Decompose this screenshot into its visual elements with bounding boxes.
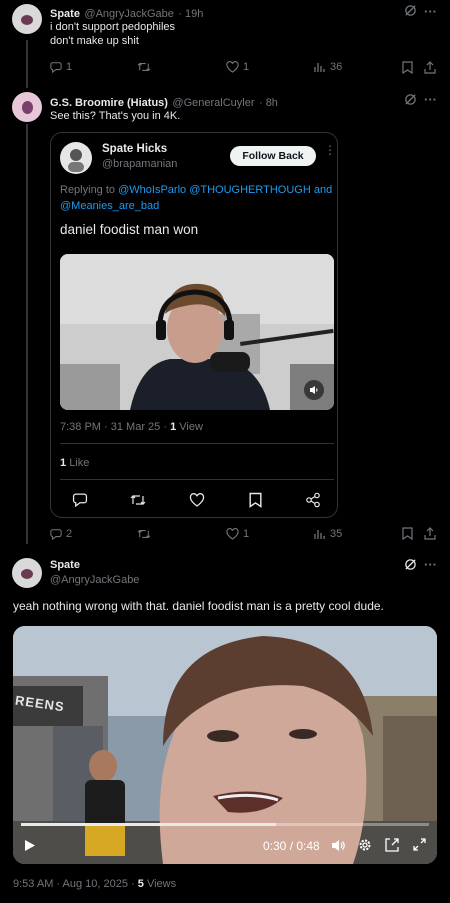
quote-views-count: 1 xyxy=(170,421,177,433)
reply-count: 1 xyxy=(66,61,73,73)
volume-icon[interactable] xyxy=(331,839,345,852)
main-views-label: Views xyxy=(146,878,177,890)
like-count: 1 xyxy=(243,61,250,73)
fullscreen-icon[interactable] xyxy=(413,838,426,851)
video-player[interactable]: REENS 0:30 / 0:48 xyxy=(13,626,437,864)
grok-icon[interactable] xyxy=(404,4,417,17)
like-button[interactable]: 1 xyxy=(226,61,249,73)
video-frame xyxy=(13,626,437,864)
replying-prefix: Replying to xyxy=(60,184,116,196)
quote-timestamp: 7:38 PM · 31 Mar 25 · 1 View xyxy=(60,421,203,433)
reply-count: 2 xyxy=(66,528,73,540)
main-timestamp: 9:53 AM · Aug 10, 2025 · 5 Views xyxy=(13,878,176,890)
retweet-icon[interactable] xyxy=(129,493,147,507)
video-progress-track[interactable] xyxy=(21,823,429,826)
quote-text: daniel foodist man won xyxy=(60,222,199,237)
settings-icon[interactable] xyxy=(358,838,372,852)
mention-link[interactable]: @THOUGHERTHOUGH xyxy=(189,184,311,196)
author-name[interactable]: Spate xyxy=(50,8,80,20)
quote-media[interactable] xyxy=(60,254,334,410)
quote-time[interactable]: 7:38 PM · 31 Mar 25 · xyxy=(60,421,167,433)
and-text: and xyxy=(313,184,333,196)
quote-likes-label: Like xyxy=(69,457,90,469)
main-author-handle[interactable]: @AngryJackGabe xyxy=(50,574,139,586)
thread-line xyxy=(26,124,28,544)
post-time[interactable]: · 8h xyxy=(259,97,278,109)
video-time: 0:30 / 0:48 xyxy=(263,839,320,853)
share-icon[interactable] xyxy=(424,527,436,540)
volume-icon[interactable] xyxy=(304,380,324,400)
more-icon[interactable]: ··· xyxy=(424,557,437,572)
main-views-count: 5 xyxy=(137,878,144,890)
avatar[interactable] xyxy=(60,142,92,174)
quoted-tweet[interactable]: Spate Hicks @brapamanian Follow Back ⋮ R… xyxy=(50,132,338,518)
grok-icon[interactable] xyxy=(404,558,417,571)
main-author-name[interactable]: Spate xyxy=(50,559,80,571)
share-icon[interactable] xyxy=(424,61,436,74)
webcam-image xyxy=(60,254,334,410)
author-name[interactable]: G.S. Broomire (Hiatus) xyxy=(50,97,168,109)
more-icon[interactable]: ··· xyxy=(424,92,437,107)
reply-button[interactable]: 1 xyxy=(50,61,72,73)
quote-author-handle[interactable]: @brapamanian xyxy=(102,158,177,170)
reply-icon xyxy=(50,62,62,73)
quote-likes[interactable]: 1 Like xyxy=(60,457,89,469)
reply-icon xyxy=(50,529,62,540)
like-button[interactable]: 1 xyxy=(226,528,249,540)
more-icon[interactable]: ··· xyxy=(424,4,437,19)
views-icon xyxy=(314,530,325,539)
reply1-line1: i don't support pedophiles xyxy=(50,21,176,33)
views-count: 35 xyxy=(330,528,343,540)
avatar[interactable] xyxy=(12,4,42,34)
grok-icon[interactable] xyxy=(404,93,417,106)
retweet-button[interactable] xyxy=(137,61,151,73)
author-handle[interactable]: @GeneralCuyler xyxy=(172,97,254,109)
share-icon[interactable] xyxy=(305,492,321,508)
bookmark-icon[interactable] xyxy=(249,492,262,508)
bookmark-icon[interactable] xyxy=(402,61,413,74)
play-icon[interactable] xyxy=(24,839,36,852)
avatar[interactable] xyxy=(12,92,42,122)
views-button[interactable]: 35 xyxy=(314,528,342,540)
main-post-text: yeah nothing wrong with that. daniel foo… xyxy=(13,599,384,613)
quote-author-name[interactable]: Spate Hicks xyxy=(102,143,167,155)
views-count: 36 xyxy=(330,61,343,73)
main-time[interactable]: 9:53 AM · Aug 10, 2025 · xyxy=(13,878,135,890)
thread-line xyxy=(26,40,28,88)
like-count: 1 xyxy=(243,528,250,540)
views-icon xyxy=(314,63,325,72)
author-handle[interactable]: @AngryJackGabe xyxy=(84,8,173,20)
divider xyxy=(60,443,334,444)
mention-link[interactable]: @Meanies_are_bad xyxy=(60,200,159,212)
like-icon[interactable] xyxy=(189,493,205,507)
more-icon[interactable]: ⋮ xyxy=(324,144,336,156)
pip-icon[interactable] xyxy=(385,838,399,852)
like-icon xyxy=(226,61,239,73)
reply1-line2: don't make up shit xyxy=(50,35,139,47)
reply1-text: i don't support pedophiles don't make up… xyxy=(50,20,175,48)
like-icon xyxy=(226,528,239,540)
avatar[interactable] xyxy=(12,558,42,588)
video-progress-fill xyxy=(21,823,276,826)
reply2-text: See this? That's you in 4K. xyxy=(50,110,181,122)
bookmark-icon[interactable] xyxy=(402,527,413,540)
views-button[interactable]: 36 xyxy=(314,61,342,73)
retweet-icon xyxy=(137,62,151,72)
retweet-button[interactable] xyxy=(137,528,151,540)
retweet-icon xyxy=(137,529,151,539)
quote-views-label: View xyxy=(179,421,203,433)
replying-to: Replying to @WhoIsParlo @THOUGHERTHOUGH … xyxy=(60,182,336,214)
reply-icon[interactable] xyxy=(72,492,88,507)
post-time[interactable]: · 19h xyxy=(178,8,203,20)
follow-back-button[interactable]: Follow Back xyxy=(230,146,316,166)
mention-link[interactable]: @WhoIsParlo xyxy=(118,184,186,196)
quote-likes-count: 1 xyxy=(60,457,67,469)
reply-button[interactable]: 2 xyxy=(50,528,72,540)
divider xyxy=(60,479,334,480)
